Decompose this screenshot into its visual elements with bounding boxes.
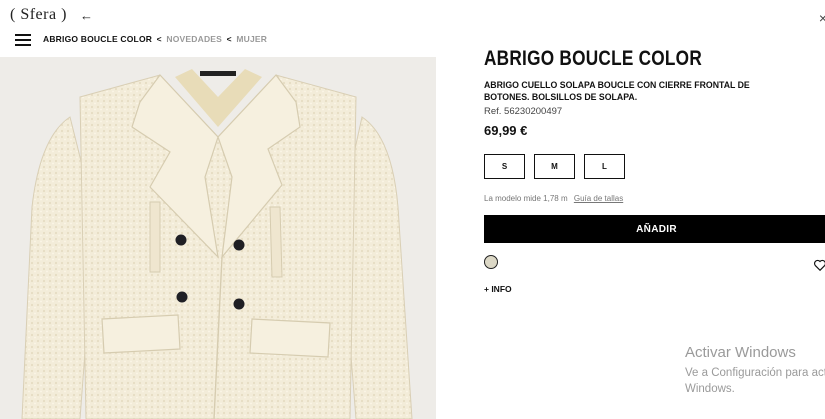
watermark-subtitle: Ve a Configuración para activar: [685, 367, 825, 379]
product-details: ABRIGO BOUCLE COLOR ABRIGO CUELLO SOLAPA…: [484, 47, 825, 139]
size-guide-link[interactable]: Guía de tallas: [574, 194, 623, 203]
add-to-cart-button[interactable]: AÑADIR: [484, 215, 825, 243]
product-title: ABRIGO BOUCLE COLOR: [484, 47, 703, 70]
size-label: L: [602, 162, 607, 171]
product-ref: Ref. 56230200497: [484, 106, 563, 117]
size-button-m[interactable]: M: [534, 154, 575, 179]
breadcrumb: ABRIGO BOUCLE COLOR < NOVEDADES < MUJER: [43, 34, 267, 44]
breadcrumb-link-novedades[interactable]: NOVEDADES: [166, 34, 222, 44]
watermark-subtitle-2: Windows.: [685, 383, 735, 395]
size-label: S: [501, 162, 508, 171]
coat-illustration: [21, 69, 413, 419]
breadcrumb-current: ABRIGO BOUCLE COLOR: [43, 34, 153, 44]
size-button-s[interactable]: S: [484, 154, 525, 179]
heart-icon[interactable]: [813, 258, 825, 272]
hamburger-menu-icon[interactable]: [15, 34, 31, 46]
arrow-left-icon[interactable]: ←: [80, 8, 93, 23]
breadcrumb-separator: <: [226, 34, 232, 44]
product-description: ABRIGO CUELLO SOLAPA BOUCLE CON CIERRE F…: [484, 80, 750, 103]
product-price: 69,99 €: [484, 123, 528, 138]
model-info: La modelo mide 1,78 m Guía de tallas: [484, 194, 623, 203]
watermark-title: Activar Windows: [685, 344, 796, 361]
product-image[interactable]: [0, 57, 436, 419]
size-button-l[interactable]: L: [584, 154, 625, 179]
model-height-text: La modelo mide 1,78 m: [484, 194, 568, 203]
sfera-logo[interactable]: ( Sfera ): [10, 6, 67, 24]
close-icon[interactable]: ×: [819, 10, 825, 26]
windows-activation-watermark: Activar Windows Ve a Configuración para …: [685, 344, 825, 397]
color-swatch[interactable]: [484, 255, 498, 269]
more-info-link[interactable]: + INFO: [484, 284, 512, 294]
breadcrumb-separator: <: [156, 34, 162, 44]
breadcrumb-link-mujer[interactable]: MUJER: [236, 34, 267, 44]
size-label: M: [551, 162, 558, 171]
size-selector: S M L: [484, 154, 625, 179]
